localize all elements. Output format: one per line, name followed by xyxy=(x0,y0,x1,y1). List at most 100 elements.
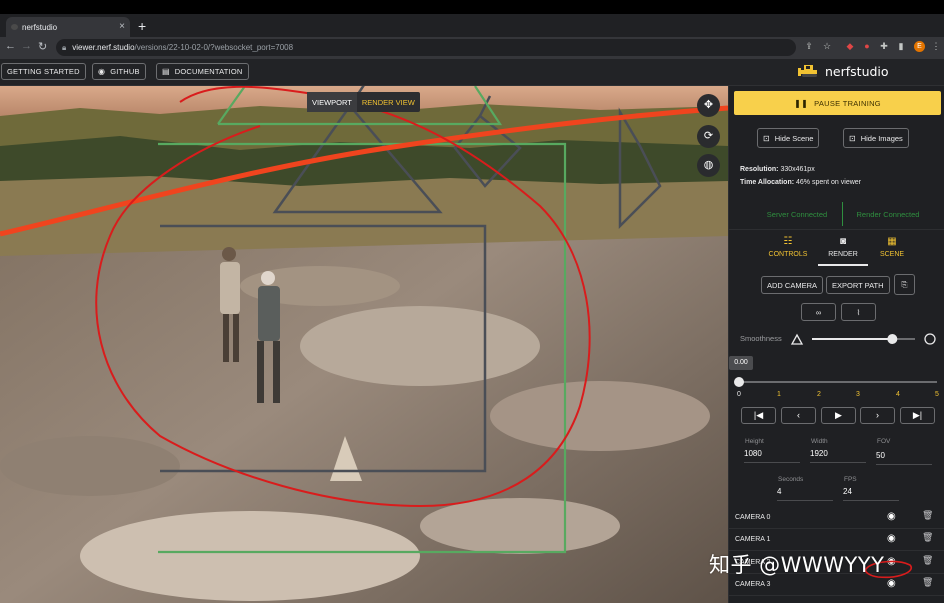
camera-row[interactable]: CAMERA 0 ◉ 🗑︎ xyxy=(729,507,944,529)
url-host: viewer.nerf.studio xyxy=(72,43,135,52)
smoothness-slider[interactable] xyxy=(790,332,940,346)
line-chart-icon: ⌇ xyxy=(856,307,861,317)
forward-arrow-icon[interactable]: → xyxy=(21,40,32,52)
play-icon: ▶ xyxy=(835,410,842,420)
tick-3: 3 xyxy=(856,391,860,398)
bulldozer-icon xyxy=(798,65,817,77)
lock-icon: 🔒︎ xyxy=(62,42,67,52)
tab-scene[interactable]: ▦ SCENE xyxy=(867,236,917,266)
grid-icon: ▦ xyxy=(887,236,897,247)
reload-icon[interactable]: ↻ xyxy=(38,40,47,53)
width-input[interactable]: 1920 xyxy=(810,449,866,463)
tab-favicon-icon xyxy=(11,24,18,30)
documentation-label: DOCUMENTATION xyxy=(174,67,243,76)
hide-scene-button[interactable]: ⊡ Hide Scene xyxy=(757,128,820,148)
step-back-button[interactable]: ‹ xyxy=(781,407,816,424)
trash-icon[interactable]: 🗑︎ xyxy=(922,510,933,521)
eye-icon[interactable]: ◉ xyxy=(887,533,896,544)
export-path-button[interactable]: EXPORT PATH xyxy=(826,276,890,294)
rotate-icon[interactable]: ⟳ xyxy=(697,125,720,148)
camera-row[interactable]: CAMERA 1 ◉ 🗑︎ xyxy=(729,529,944,551)
getting-started-label: GETTING STARTED xyxy=(7,67,80,76)
smoothness-high-icon xyxy=(924,333,936,345)
time-allocation-label: Time Allocation: xyxy=(740,179,795,186)
camera-label: CAMERA 0 xyxy=(735,514,771,521)
viewport-tab[interactable]: VIEWPORT xyxy=(307,92,357,112)
back-arrow-icon[interactable]: ← xyxy=(5,40,16,52)
watermark: 知乎 @WWWYYY xyxy=(709,553,885,577)
globe-icon[interactable]: ◍ xyxy=(697,154,720,177)
github-button[interactable]: ◉ GITHUB xyxy=(92,63,146,80)
3d-viewport[interactable] xyxy=(0,86,728,603)
tab-controls-label: CONTROLS xyxy=(768,251,808,258)
jump-end-button[interactable]: ▶| xyxy=(900,407,935,424)
hide-scene-icon: ⊡ xyxy=(763,133,770,143)
render-view-tab[interactable]: RENDER VIEW xyxy=(357,92,420,112)
step-forward-button[interactable]: › xyxy=(860,407,895,424)
timeline-slider[interactable] xyxy=(734,377,939,389)
status-divider xyxy=(842,202,843,226)
extensions-puzzle-icon[interactable]: ✚ xyxy=(879,41,889,51)
share-icon[interactable]: ⇪ xyxy=(804,41,814,51)
skip-back-icon: |◀ xyxy=(753,410,764,420)
github-label: GITHUB xyxy=(110,67,140,76)
documentation-button[interactable]: ▤ DOCUMENTATION xyxy=(156,63,249,80)
eye-icon[interactable]: ◉ xyxy=(887,511,896,522)
tab-render-label: RENDER xyxy=(828,251,858,258)
export-path-label: EXPORT PATH xyxy=(832,280,884,290)
trash-icon[interactable]: 🗑︎ xyxy=(922,555,933,566)
tick-5: 5 xyxy=(935,391,939,398)
view-mode-toggle[interactable]: VIEWPORT RENDER VIEW xyxy=(307,92,420,112)
tick-1: 1 xyxy=(777,391,781,398)
fov-label: FOV xyxy=(877,438,891,445)
move-arrows-icon[interactable]: ✥ xyxy=(697,94,720,117)
loop-button[interactable]: ∞ xyxy=(801,303,836,321)
new-tab-button[interactable]: + xyxy=(138,18,146,34)
server-connected-status: Server Connected xyxy=(766,209,828,219)
smoothness-thumb xyxy=(887,334,898,344)
scene-render xyxy=(0,86,728,603)
url-path: /versions/22-10-02-0/?websocket_port=700… xyxy=(134,43,294,52)
profile-avatar[interactable]: E xyxy=(914,41,925,52)
add-camera-button[interactable]: ADD CAMERA xyxy=(761,276,824,294)
pause-training-button[interactable]: ❚❚ PAUSE TRAINING xyxy=(734,91,941,115)
time-allocation-info: Time Allocation: 46% spent on viewer xyxy=(740,179,861,186)
curve-button[interactable]: ⌇ xyxy=(841,303,876,321)
fps-input[interactable]: 24 xyxy=(843,487,899,501)
tab-controls[interactable]: ☷ CONTROLS xyxy=(763,236,813,266)
skip-forward-icon: ▶| xyxy=(912,410,923,420)
browser-tab-strip xyxy=(0,0,944,14)
extension-record-icon[interactable]: ● xyxy=(862,41,872,51)
height-input[interactable]: 1080 xyxy=(744,449,800,463)
load-path-button[interactable]: ⎘ xyxy=(894,274,915,295)
jump-start-button[interactable]: |◀ xyxy=(741,407,776,424)
nerfstudio-logo: nerfstudio xyxy=(798,62,889,80)
seconds-input[interactable]: 4 xyxy=(777,487,833,501)
sliders-icon: ☷ xyxy=(783,236,793,247)
add-camera-label: ADD CAMERA xyxy=(767,280,818,290)
play-button[interactable]: ▶ xyxy=(821,407,856,424)
tick-4: 4 xyxy=(896,391,900,398)
fov-input[interactable]: 50 xyxy=(876,451,932,465)
seconds-label: Seconds xyxy=(778,476,804,483)
width-label: Width xyxy=(811,438,828,445)
extension-red-icon[interactable]: ◆ xyxy=(845,41,855,51)
chevron-left-icon: ‹ xyxy=(797,410,800,420)
hide-images-button[interactable]: ⊡ Hide Images xyxy=(843,128,909,148)
getting-started-button[interactable]: GETTING STARTED xyxy=(1,63,86,80)
trash-icon[interactable]: 🗑︎ xyxy=(922,577,933,588)
trash-icon[interactable]: 🗑︎ xyxy=(922,532,933,543)
document-icon: ▤ xyxy=(162,67,170,76)
tick-2: 2 xyxy=(817,391,821,398)
address-bar[interactable]: 🔒︎ viewer.nerf.studio /versions/22-10-02… xyxy=(56,39,796,56)
browser-menu-icon[interactable]: ⋮ xyxy=(931,41,941,51)
tab-close-icon[interactable]: × xyxy=(119,21,125,32)
side-panel-icon[interactable]: ▮ xyxy=(896,41,906,51)
pause-icon: ❚❚ xyxy=(794,98,809,108)
resolution-label: Resolution: xyxy=(740,166,779,173)
bookmark-star-icon[interactable]: ☆ xyxy=(822,41,832,51)
smoothness-label: Smoothness xyxy=(740,334,782,343)
github-icon: ◉ xyxy=(98,67,106,76)
tab-render[interactable]: ◙ RENDER xyxy=(818,236,868,266)
browser-tab[interactable]: nerfstudio × xyxy=(6,17,130,37)
